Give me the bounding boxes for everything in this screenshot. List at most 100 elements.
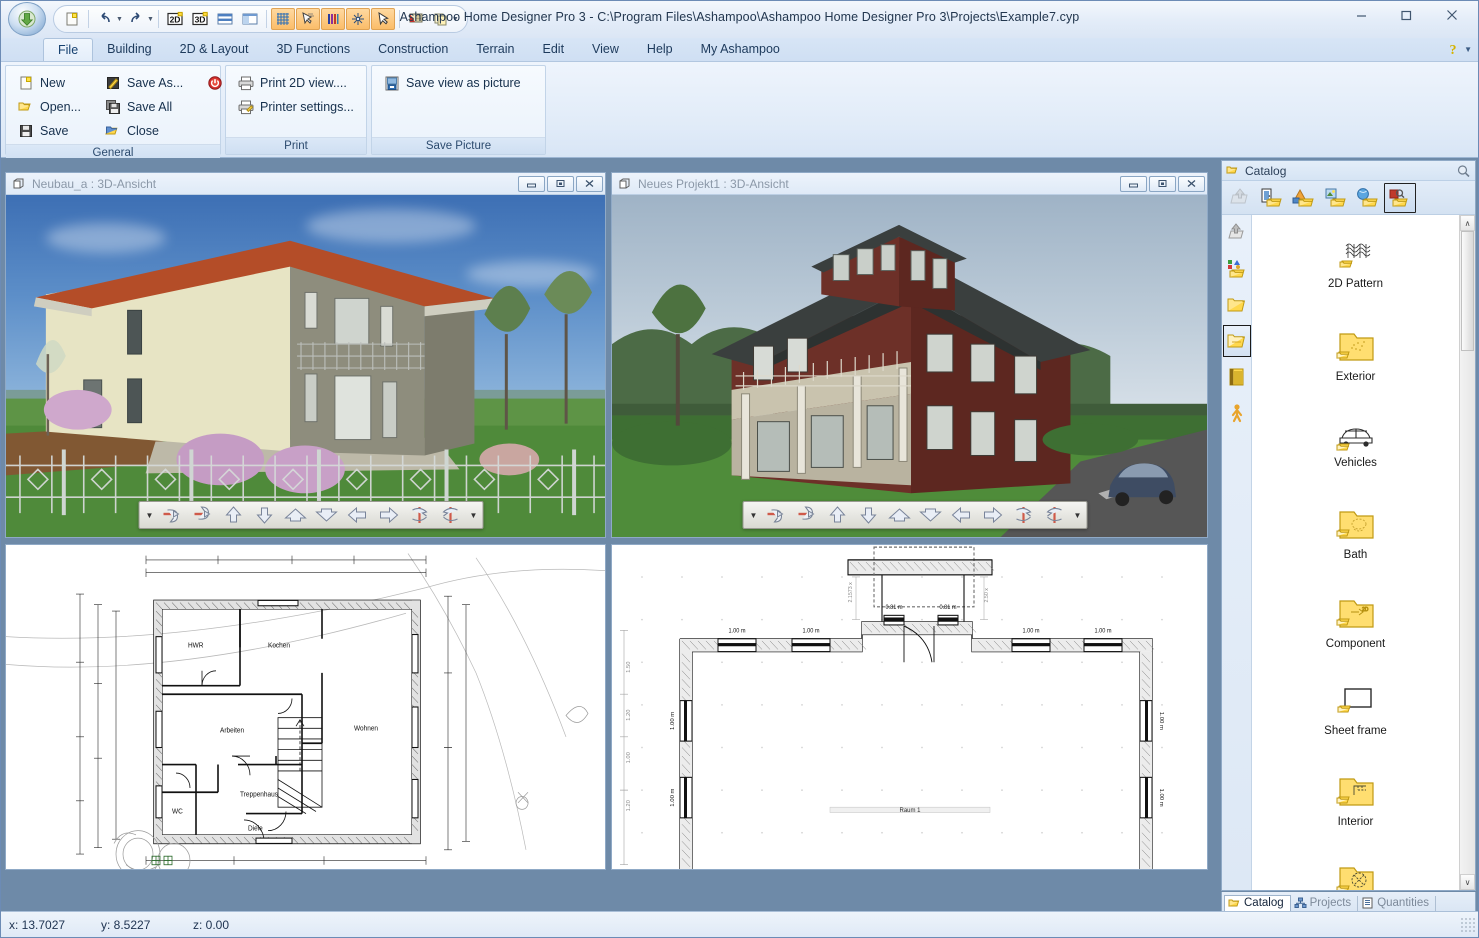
catalog-item-interior[interactable]: Interior: [1252, 755, 1459, 844]
svg-text:2.50 x: 2.50 x: [984, 588, 990, 603]
child-window-neubau-2d[interactable]: Neubau_a : 2D-Ansicht: [5, 544, 606, 870]
scrollbar-thumb[interactable]: [1461, 231, 1474, 351]
child-window-neues-projekt1-2d[interactable]: Neues Projekt1 : 2D-Ansicht: [611, 544, 1208, 870]
child-close-button[interactable]: [576, 175, 603, 192]
catalog-item-vehicles[interactable]: Vehicles: [1252, 399, 1459, 488]
ribbon-minimize-chevron-icon[interactable]: ▼: [1464, 45, 1472, 54]
move-up-icon[interactable]: [219, 503, 249, 527]
nav-left-chevron-icon[interactable]: ▼: [143, 511, 156, 520]
tilt-up-icon[interactable]: [885, 503, 915, 527]
viewport-3d-neubau[interactable]: ▼ ▼: [6, 195, 605, 537]
orbit-right-icon[interactable]: [1040, 503, 1070, 527]
catalog-item-bath[interactable]: Bath: [1252, 488, 1459, 577]
save-all-button[interactable]: Save All: [101, 96, 189, 118]
child-window-neues-projekt1-3d[interactable]: Neues Projekt1 : 3D-Ansicht ▼ ▼: [611, 172, 1208, 538]
move-right-icon[interactable]: [978, 503, 1008, 527]
print-2d-view-button[interactable]: Print 2D view....: [234, 72, 360, 94]
ribbon-group-print: Print 2D view.... Printer settings... Pr…: [225, 65, 367, 155]
catalog-item-sheet-frame[interactable]: Sheet frame: [1252, 666, 1459, 755]
resize-grip-icon[interactable]: [1460, 916, 1476, 933]
viewport-3d-neues-projekt1[interactable]: ▼ ▼: [612, 195, 1207, 537]
catalog-open-folder-icon[interactable]: [1222, 325, 1251, 357]
minimize-button[interactable]: [1339, 1, 1384, 29]
save-button[interactable]: Save: [14, 120, 87, 142]
catalog-shapes-folder-icon[interactable]: [1223, 253, 1251, 285]
catalog-item-list[interactable]: 2D Pattern Exterior Vehicles Bath 2D Com…: [1252, 215, 1459, 890]
rotate-left-icon[interactable]: [761, 503, 791, 527]
scroll-up-arrow-icon[interactable]: ∧: [1460, 215, 1475, 231]
catalog-up-icon[interactable]: [1224, 183, 1256, 213]
tab-building[interactable]: Building: [93, 38, 165, 61]
catalog-doors-icon[interactable]: [1256, 183, 1288, 213]
scrollbar-track[interactable]: [1460, 351, 1475, 874]
tab-my-ashampoo[interactable]: My Ashampoo: [687, 38, 794, 61]
catalog-import-icon[interactable]: [1223, 217, 1251, 249]
catalog-search-folder-icon[interactable]: [1384, 182, 1416, 213]
orbit-right-icon[interactable]: [436, 503, 466, 527]
tab-catalog[interactable]: Catalog: [1224, 895, 1291, 911]
catalog-person-icon[interactable]: [1223, 397, 1251, 429]
catalog-book-icon[interactable]: [1223, 361, 1251, 393]
tilt-down-icon[interactable]: [312, 503, 342, 527]
save-view-as-picture-button[interactable]: Save view as picture: [380, 72, 527, 94]
rotate-right-icon[interactable]: [792, 503, 822, 527]
tab-projects[interactable]: Projects: [1291, 896, 1359, 911]
help-question-icon[interactable]: ?: [1445, 40, 1461, 58]
new-button[interactable]: New: [14, 72, 87, 94]
child-restore-button[interactable]: [1149, 175, 1176, 192]
tab-2d-layout[interactable]: 2D & Layout: [166, 38, 263, 61]
tilt-down-icon[interactable]: [916, 503, 946, 527]
child-title-bar[interactable]: Neues Projekt1 : 3D-Ansicht: [612, 173, 1207, 195]
scroll-down-arrow-icon[interactable]: ∨: [1460, 874, 1475, 890]
child-minimize-button[interactable]: [518, 175, 545, 192]
nav-left-chevron-icon[interactable]: ▼: [747, 511, 760, 520]
catalog-item-2d-pattern[interactable]: 2D Pattern: [1252, 221, 1459, 310]
save-as-button[interactable]: Save As...: [101, 72, 189, 94]
catalog-scrollbar[interactable]: ∧ ∨: [1459, 215, 1475, 890]
child-minimize-button[interactable]: [1120, 175, 1147, 192]
catalog-objects-icon[interactable]: [1288, 183, 1320, 213]
tab-file[interactable]: File: [43, 38, 94, 61]
catalog-item-exterior[interactable]: Exterior: [1252, 310, 1459, 399]
viewport-2d-neubau[interactable]: HWR Kochen Arbeiten Wohnen Treppenhaus W…: [6, 545, 605, 869]
move-up-icon[interactable]: [823, 503, 853, 527]
child-close-button[interactable]: [1178, 175, 1205, 192]
tab-3d-functions[interactable]: 3D Functions: [262, 38, 364, 61]
move-left-icon[interactable]: [947, 503, 977, 527]
catalog-item-lighting[interactable]: Lighting: [1252, 844, 1459, 890]
catalog-textures-icon[interactable]: [1320, 183, 1352, 213]
nav-right-chevron-icon[interactable]: ▼: [467, 511, 480, 520]
close-button-ribbon[interactable]: Close: [101, 120, 189, 142]
search-icon[interactable]: [1456, 164, 1471, 178]
tilt-up-icon[interactable]: [281, 503, 311, 527]
nav-right-chevron-icon[interactable]: ▼: [1071, 511, 1084, 520]
close-button[interactable]: [1429, 1, 1474, 29]
catalog-materials-icon[interactable]: [1352, 183, 1384, 213]
orbit-left-icon[interactable]: [1009, 503, 1039, 527]
viewport-2d-neues-projekt1[interactable]: 1.50 1.20 1.00 1.20 2.1573 x 2.50 x 1.00…: [612, 545, 1207, 869]
door-leaf: [884, 617, 904, 622]
tab-terrain[interactable]: Terrain: [462, 38, 528, 61]
orbit-left-icon[interactable]: [405, 503, 435, 527]
move-right-icon[interactable]: [374, 503, 404, 527]
printer-settings-button[interactable]: Printer settings...: [234, 96, 360, 118]
rotate-left-icon[interactable]: [157, 503, 187, 527]
maximize-button[interactable]: [1384, 1, 1429, 29]
tab-construction[interactable]: Construction: [364, 38, 462, 61]
open-button[interactable]: Open...: [14, 96, 87, 118]
room-label-group: Raum 1: [829, 807, 991, 814]
move-left-icon[interactable]: [343, 503, 373, 527]
child-restore-button[interactable]: [547, 175, 574, 192]
catalog-item-component[interactable]: 2D Component: [1252, 577, 1459, 666]
child-title-bar[interactable]: Neubau_a : 3D-Ansicht: [6, 173, 605, 195]
rotate-right-icon[interactable]: [188, 503, 218, 527]
room-label: Wohnen: [354, 725, 378, 732]
catalog-plain-folder-icon[interactable]: [1223, 289, 1251, 321]
move-down-icon[interactable]: [250, 503, 280, 527]
tab-view[interactable]: View: [578, 38, 633, 61]
tab-edit[interactable]: Edit: [529, 38, 579, 61]
tab-help[interactable]: Help: [633, 38, 687, 61]
tab-quantities[interactable]: Quantities: [1358, 896, 1436, 911]
move-down-icon[interactable]: [854, 503, 884, 527]
child-window-neubau-3d[interactable]: Neubau_a : 3D-Ansicht ▼ ▼: [5, 172, 606, 538]
